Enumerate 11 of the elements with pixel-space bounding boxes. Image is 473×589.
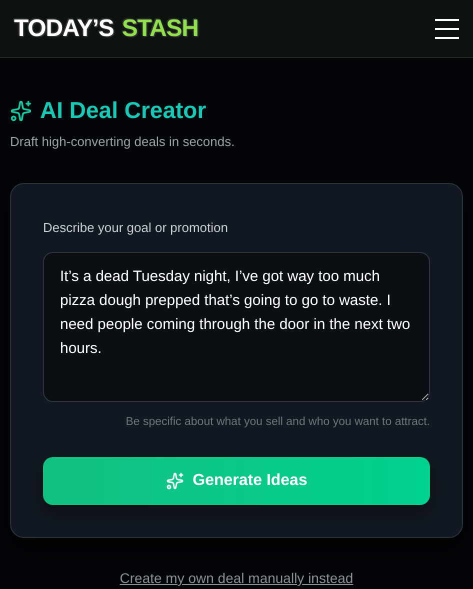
hint-text: Be specific about what you sell and who you want to attract. (126, 414, 430, 430)
manual-deal-link[interactable]: Create my own deal manually instead (120, 568, 354, 589)
page-title: AI Deal Creator (40, 96, 206, 126)
field-label: Describe your goal or promotion (43, 219, 229, 238)
logo-text: STASH (122, 14, 198, 44)
page-subtitle: Draft high-converting deals in seconds. (10, 132, 236, 151)
menu-icon[interactable] (435, 18, 459, 39)
sparkles-icon (10, 100, 32, 122)
sparkles-icon (166, 472, 184, 490)
logo-text: TODAY’S (14, 14, 114, 44)
description-field[interactable]: It’s a dead Tuesday night, I’ve got way too much pizza dough prepped that’s going to go to waste. I need people coming through the door in the next two hours. (43, 252, 430, 402)
